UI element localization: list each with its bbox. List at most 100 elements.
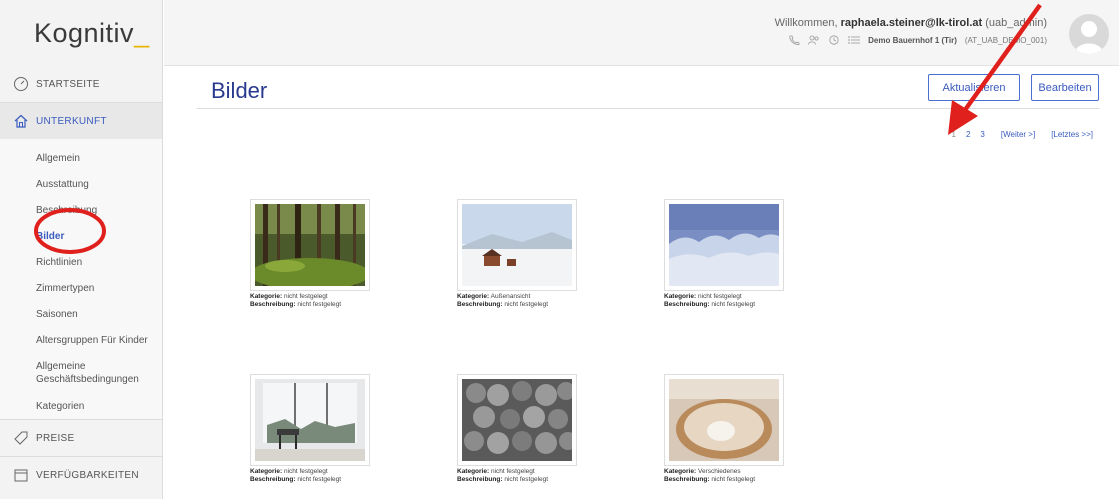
page-link-3[interactable]: 3 (980, 130, 984, 139)
image-card[interactable]: Kategorie: nicht festgelegt Beschreibung… (250, 374, 380, 484)
image-card[interactable]: Kategorie: nicht festgelegt Beschreibung… (250, 199, 380, 309)
farm-name[interactable]: Demo Bauernhof 1 (Tir) (868, 36, 957, 45)
sidebar-item-bilder[interactable]: Bilder (0, 223, 162, 249)
sidebar-item-label: Kategorien (36, 400, 85, 412)
list-icon[interactable] (848, 35, 861, 45)
image-thumbnail[interactable] (250, 199, 370, 291)
beschreibung-value: nicht festgelegt (711, 301, 756, 308)
beschreibung-label: Beschreibung: (664, 476, 710, 483)
image-card[interactable]: Kategorie: nicht festgelegt Beschreibung… (457, 374, 587, 484)
users-icon[interactable] (808, 35, 820, 45)
image-thumbnail[interactable] (664, 374, 784, 466)
kategorie-value: nicht festgelegt (283, 468, 328, 475)
kategorie-label: Kategorie: (250, 293, 283, 300)
sidebar-item-kategorien[interactable]: Kategorien (0, 393, 162, 419)
sidebar-item-label: Ausstattung (36, 178, 89, 190)
frost-trees-image (669, 204, 779, 286)
beschreibung-value: nicht festgelegt (297, 476, 342, 483)
kategorie-label: Kategorie: (664, 293, 697, 300)
edit-button[interactable]: Bearbeiten (1031, 74, 1099, 101)
beschreibung-value: nicht festgelegt (504, 301, 549, 308)
sidebar-item-saisonen[interactable]: Saisonen (0, 301, 162, 327)
user-role: (uab_admin) (982, 17, 1047, 29)
sidebar-item-beschreibung[interactable]: Beschreibung (0, 197, 162, 223)
sidebar-item-ausstattung[interactable]: Ausstattung (0, 171, 162, 197)
kategorie-label: Kategorie: (250, 468, 283, 475)
kategorie-label: Kategorie: (457, 293, 490, 300)
sidebar-item-label: Bilder (36, 230, 65, 242)
logo-accent: _ (134, 18, 150, 48)
nav-verfuegbarkeiten[interactable]: VERFÜGBARKEITEN (0, 457, 162, 493)
window-chair-image (255, 379, 365, 461)
sub-navigation: Allgemein Ausstattung Beschreibung Bilde… (0, 139, 162, 419)
image-meta: Kategorie: Verschiedenes Beschreibung: n… (664, 468, 794, 484)
image-thumbnail[interactable] (664, 199, 784, 291)
avatar[interactable] (1069, 14, 1109, 54)
beschreibung-label: Beschreibung: (457, 301, 503, 308)
image-meta: Kategorie: nicht festgelegt Beschreibung… (250, 468, 380, 484)
image-thumbnail[interactable] (457, 199, 577, 291)
nav-startseite-label: STARTSEITE (36, 78, 100, 90)
kategorie-label: Kategorie: (457, 468, 490, 475)
kategorie-label: Kategorie: (664, 468, 697, 475)
sidebar-item-zimmertypen[interactable]: Zimmertypen (0, 275, 162, 301)
page-link-2[interactable]: 2 (966, 130, 970, 139)
nav-startseite[interactable]: STARTSEITE (0, 66, 162, 102)
sidebar-item-altersgruppen[interactable]: Altersgruppen Für Kinder (0, 327, 162, 353)
clock-icon[interactable] (828, 35, 840, 45)
beschreibung-label: Beschreibung: (250, 301, 296, 308)
app-logo[interactable]: Kognitiv_ (0, 0, 162, 66)
main-content: Bilder Aktualisieren Bearbeiten 1 2 3 [W… (197, 66, 1099, 499)
refresh-button[interactable]: Aktualisieren (928, 74, 1020, 101)
image-card[interactable]: Kategorie: nicht festgelegt Beschreibung… (664, 199, 794, 309)
kategorie-value: Außenansicht (490, 293, 531, 300)
beschreibung-label: Beschreibung: (457, 476, 503, 483)
phone-icon[interactable] (788, 35, 800, 45)
farm-code: (AT_UAB_DEMO_001) (964, 35, 1047, 45)
dough-bowl-image (669, 379, 779, 461)
sidebar-item-richtlinien[interactable]: Richtlinien (0, 249, 162, 275)
forest-image (250, 204, 370, 290)
winter-house-image (462, 204, 572, 286)
beschreibung-label: Beschreibung: (664, 301, 710, 308)
user-email: raphaela.steiner@lk-tirol.at (840, 17, 983, 29)
beschreibung-value: nicht festgelegt (504, 476, 549, 483)
calendar-icon (12, 466, 30, 484)
sidebar-item-label: Saisonen (36, 308, 78, 320)
next-page-link[interactable]: [Weiter >] (1001, 130, 1035, 139)
nav-preise[interactable]: PREISE (0, 420, 162, 456)
image-meta: Kategorie: nicht festgelegt Beschreibung… (457, 468, 587, 484)
account-info: Demo Bauernhof 1 (Tir) (AT_UAB_DEMO_001) (788, 35, 1047, 45)
kategorie-value: nicht festgelegt (697, 293, 742, 300)
kategorie-value: nicht festgelegt (283, 293, 328, 300)
top-bar: Willkommen, raphaela.steiner@lk-tirol.at… (164, 0, 1119, 66)
logo-text: Kognitiv (34, 18, 135, 48)
nav-preise-label: PREISE (36, 432, 75, 444)
sidebar-item-allgemein[interactable]: Allgemein (0, 145, 162, 171)
image-meta: Kategorie: nicht festgelegt Beschreibung… (250, 293, 380, 309)
sidebar-item-label: Allgemeine Geschäftsbedingungen (36, 361, 139, 385)
sidebar-item-agb[interactable]: Allgemeine Geschäftsbedingungen (0, 353, 162, 393)
kategorie-value: Verschiedenes (697, 468, 741, 475)
divider (197, 108, 1099, 109)
sidebar: Kognitiv_ STARTSEITE UNTERKUNFT Allgemei… (0, 0, 163, 499)
image-meta: Kategorie: nicht festgelegt Beschreibung… (664, 293, 794, 309)
gauge-icon (12, 75, 30, 93)
nav-unterkunft[interactable]: UNTERKUNFT (0, 103, 162, 139)
sidebar-item-label: Beschreibung (36, 204, 98, 216)
image-thumbnail[interactable] (250, 374, 370, 466)
image-card[interactable]: Kategorie: Außenansicht Beschreibung: ni… (457, 199, 587, 309)
image-card[interactable]: Kategorie: Verschiedenes Beschreibung: n… (664, 374, 794, 484)
sidebar-item-label: Richtlinien (36, 256, 83, 268)
tag-icon (12, 429, 30, 447)
image-thumbnail[interactable] (457, 374, 577, 466)
beschreibung-label: Beschreibung: (250, 476, 296, 483)
pagination: 1 2 3 [Weiter >] [Letztes >>] (952, 130, 1093, 139)
nav-unterkunft-label: UNTERKUNFT (36, 115, 107, 127)
page-link-1[interactable]: 1 (952, 130, 956, 139)
sidebar-item-label: Altersgruppen Für Kinder (36, 334, 148, 346)
kategorie-value: nicht festgelegt (490, 468, 535, 475)
welcome-prefix: Willkommen, (774, 17, 841, 29)
firewood-image (462, 379, 577, 461)
last-page-link[interactable]: [Letztes >>] (1051, 130, 1093, 139)
